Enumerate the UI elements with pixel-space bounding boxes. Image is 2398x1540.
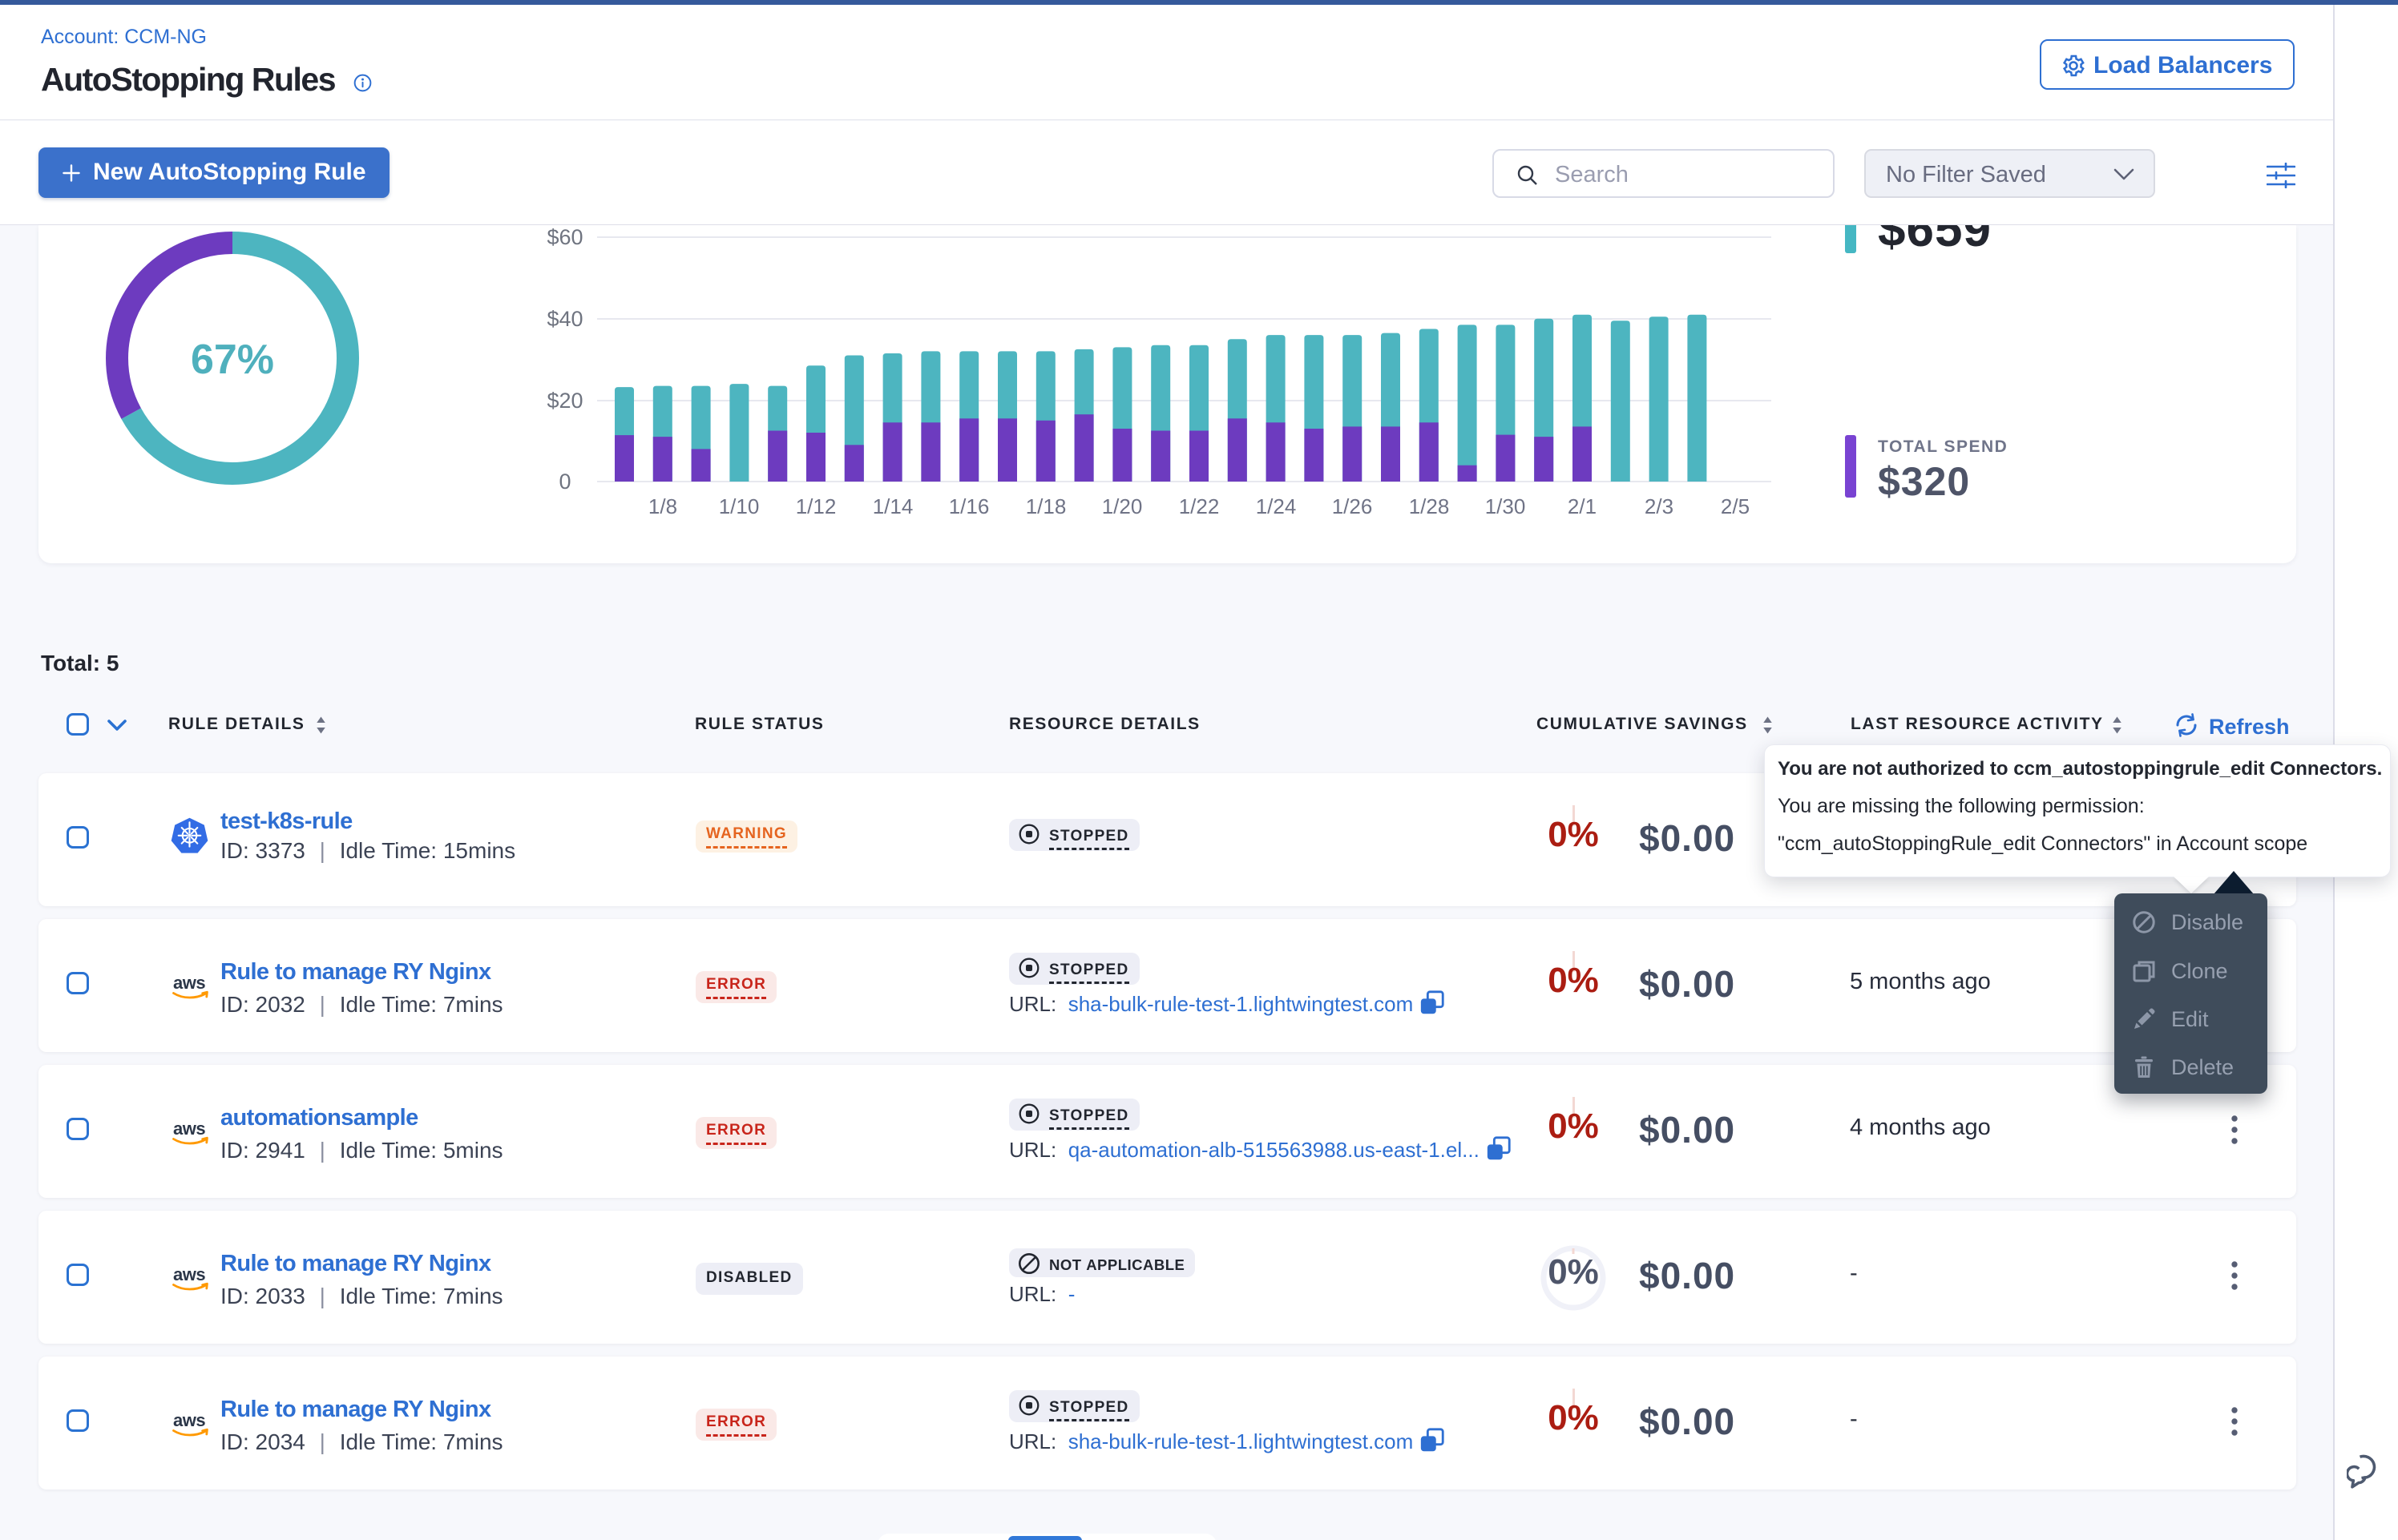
- svg-text:1/18: 1/18: [1026, 494, 1067, 518]
- svg-text:aws: aws: [173, 1119, 205, 1139]
- svg-text:1/10: 1/10: [719, 494, 760, 518]
- svg-text:1/16: 1/16: [949, 494, 990, 518]
- svg-text:1/8: 1/8: [648, 494, 677, 518]
- svg-text:1/26: 1/26: [1332, 494, 1373, 518]
- svg-text:aws: aws: [173, 1264, 205, 1284]
- svg-text:0: 0: [559, 470, 571, 494]
- svg-text:$20: $20: [547, 389, 583, 413]
- svg-text:1/14: 1/14: [873, 494, 914, 518]
- svg-text:2/5: 2/5: [1721, 494, 1750, 518]
- svg-text:1/24: 1/24: [1256, 494, 1297, 518]
- svg-text:aws: aws: [173, 973, 205, 993]
- svg-text:aws: aws: [173, 1410, 205, 1430]
- svg-text:2/3: 2/3: [1645, 494, 1673, 518]
- svg-text:2/1: 2/1: [1568, 494, 1597, 518]
- svg-text:$40: $40: [547, 307, 583, 331]
- svg-text:$60: $60: [547, 225, 583, 249]
- svg-text:1/28: 1/28: [1409, 494, 1450, 518]
- svg-text:1/22: 1/22: [1179, 494, 1220, 518]
- svg-text:1/20: 1/20: [1102, 494, 1143, 518]
- svg-text:1/30: 1/30: [1485, 494, 1526, 518]
- svg-text:1/12: 1/12: [796, 494, 837, 518]
